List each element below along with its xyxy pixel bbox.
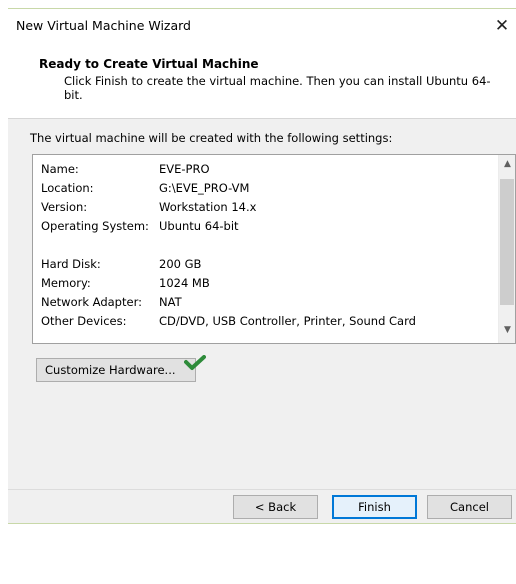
settings-row: Hard Disk: 200 GB: [41, 254, 493, 273]
settings-key: Location:: [41, 180, 94, 195]
settings-key: Operating System:: [41, 218, 149, 233]
settings-value: Workstation 14.x: [159, 199, 257, 214]
chevron-up-icon[interactable]: ▲: [499, 159, 516, 173]
footer-divider: [8, 489, 516, 490]
title-bar: New Virtual Machine Wizard ✕: [8, 9, 516, 43]
chevron-down-icon[interactable]: ▼: [499, 325, 516, 339]
settings-value: 1024 MB: [159, 275, 210, 290]
wizard-window: New Virtual Machine Wizard ✕ Ready to Cr…: [8, 8, 516, 524]
settings-row: Other Devices: CD/DVD, USB Controller, Pr…: [41, 311, 493, 330]
back-button[interactable]: < Back: [233, 495, 318, 519]
settings-row: Name: EVE-PRO: [41, 159, 493, 178]
customize-hardware-button[interactable]: Customize Hardware...: [36, 358, 196, 382]
settings-row: Version: Workstation 14.x: [41, 197, 493, 216]
settings-value: 200 GB: [159, 256, 202, 271]
page-description: Click Finish to create the virtual machi…: [64, 74, 491, 102]
close-icon[interactable]: ✕: [490, 14, 514, 38]
settings-value: CD/DVD, USB Controller, Printer, Sound C…: [159, 313, 416, 328]
settings-key: Hard Disk:: [41, 256, 101, 271]
page-title: Ready to Create Virtual Machine: [39, 57, 259, 71]
settings-value: NAT: [159, 294, 182, 309]
settings-key: Other Devices:: [41, 313, 127, 328]
settings-key: Version:: [41, 199, 88, 214]
vertical-scrollbar[interactable]: ▲ ▼: [498, 155, 515, 343]
settings-key: Network Adapter:: [41, 294, 142, 309]
settings-intro-label: The virtual machine will be created with…: [30, 131, 393, 145]
settings-row: Memory: 1024 MB: [41, 273, 493, 292]
window-title: New Virtual Machine Wizard: [16, 18, 191, 33]
settings-value: Ubuntu 64-bit: [159, 218, 239, 233]
scroll-thumb[interactable]: [500, 179, 514, 305]
settings-row: [41, 235, 493, 254]
settings-row: Location: G:\EVE_PRO-VM: [41, 178, 493, 197]
check-icon: [184, 355, 206, 370]
settings-list: Name: EVE-PRO Location: G:\EVE_PRO-VM Versio…: [41, 159, 493, 330]
settings-value: EVE-PRO: [159, 161, 210, 176]
settings-key: Memory:: [41, 275, 91, 290]
settings-row: Network Adapter: NAT: [41, 292, 493, 311]
settings-row: Operating System: Ubuntu 64-bit: [41, 216, 493, 235]
cancel-button[interactable]: Cancel: [427, 495, 512, 519]
settings-key: Name:: [41, 161, 79, 176]
settings-summary-box[interactable]: Name: EVE-PRO Location: G:\EVE_PRO-VM Versio…: [32, 154, 516, 344]
wizard-header: Ready to Create Virtual Machine Click Fi…: [8, 43, 516, 119]
finish-button[interactable]: Finish: [332, 495, 417, 519]
settings-value: G:\EVE_PRO-VM: [159, 180, 250, 195]
